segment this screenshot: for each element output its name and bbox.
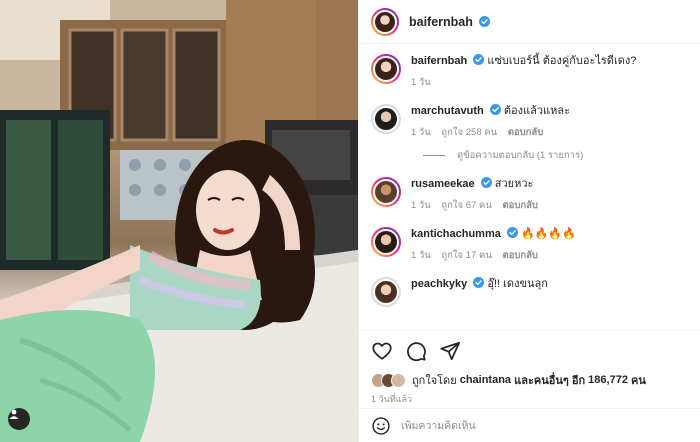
verified-badge-icon xyxy=(506,227,518,238)
add-comment-bar xyxy=(359,408,700,442)
comment-text-line: peachkyky อุ๊!! เดงขนลุก xyxy=(411,277,688,292)
comment-text: สวยหวะ xyxy=(494,178,534,190)
comment-row: kantichachumma 🔥🔥🔥🔥 1 วัน ถูกใจ 17 คน ตอ… xyxy=(371,227,688,263)
caption-username[interactable]: baifernbah xyxy=(411,55,467,67)
comment-text: อุ๊!! เดงขนลุก xyxy=(487,278,548,290)
likes-prefix: ถูกใจโดย xyxy=(412,375,457,387)
post-timestamp: 1 วันที่แล้ว xyxy=(371,394,413,404)
author-username[interactable]: baifernbah xyxy=(409,15,473,29)
smiley-icon[interactable] xyxy=(371,416,391,436)
caption-body: baifernbah แซ่บเบอร์นี้ ต้องคู่กับอะไรดี… xyxy=(411,54,688,90)
comment-body: peachkyky อุ๊!! เดงขนลุก xyxy=(411,277,688,307)
author-avatar[interactable] xyxy=(371,7,399,36)
view-replies-button[interactable]: ดูข้อความตอบกลับ (1 รายการ) xyxy=(423,148,688,163)
verified-badge-icon xyxy=(489,104,501,115)
verified-badge-icon xyxy=(473,277,485,288)
post-photo[interactable] xyxy=(0,0,358,442)
likes-count[interactable]: 186,772 xyxy=(588,374,628,386)
caption-time: 1 วัน xyxy=(411,77,431,88)
liker-avatar xyxy=(391,372,406,388)
likes-middle[interactable]: และคนอื่นๆ อีก xyxy=(514,371,585,389)
comment-likes[interactable]: ถูกใจ 258 คน xyxy=(441,127,497,138)
comment-text-line: kantichachumma 🔥🔥🔥🔥 xyxy=(411,227,688,242)
likes-first-user[interactable]: chaintana xyxy=(460,374,511,386)
caption-text-line: baifernbah แซ่บเบอร์นี้ ต้องคู่กับอะไรดี… xyxy=(411,54,688,69)
comment-likes[interactable]: ถูกใจ 17 คน xyxy=(441,250,491,261)
comment-avatar[interactable] xyxy=(371,177,401,207)
caption-row: baifernbah แซ่บเบอร์นี้ ต้องคู่กับอะไรดี… xyxy=(371,54,688,90)
comment-avatar[interactable] xyxy=(371,227,401,257)
comment-time: 1 วัน xyxy=(411,250,431,261)
action-bar xyxy=(359,330,700,370)
caption-avatar[interactable] xyxy=(371,54,401,84)
comment-likes[interactable]: ถูกใจ 67 คน xyxy=(441,200,491,211)
likes-suffix: คน xyxy=(631,375,646,387)
comment-input[interactable] xyxy=(401,419,688,432)
comment-username[interactable]: kantichachumma xyxy=(411,228,501,240)
likes-summary[interactable]: ถูกใจโดย chaintana และคนอื่นๆ อีก 186,77… xyxy=(359,370,700,390)
comment-body: rusameekae สวยหวะ 1 วัน ถูกใจ 67 คน ตอบก… xyxy=(411,177,688,213)
comment-text: 🔥🔥🔥🔥 xyxy=(521,228,576,240)
comment-row: marchutavuth ต้องแล้วแหละ 1 วัน ถูกใจ 25… xyxy=(371,104,688,140)
instagram-post-modal: baifernbah baifernbah แซ่บเบอร์นี้ ต้องค… xyxy=(0,0,700,442)
author-name-block: baifernbah xyxy=(409,15,490,29)
comment-text: ต้องแล้วแหละ xyxy=(503,105,570,117)
reply-button[interactable]: ตอบกลับ xyxy=(502,250,538,261)
caption-text: แซ่บเบอร์นี้ ต้องคู่กับอะไรดีเดง? xyxy=(487,55,637,67)
speech-bubble-icon[interactable] xyxy=(405,340,427,362)
caption-meta: 1 วัน xyxy=(411,75,688,90)
comment-time: 1 วัน xyxy=(411,200,431,211)
comment-meta: 1 วัน ถูกใจ 67 คน ตอบกลับ xyxy=(411,198,688,213)
comment-meta: 1 วัน ถูกใจ 258 คน ตอบกลับ xyxy=(411,125,688,140)
comment-time: 1 วัน xyxy=(411,127,431,138)
comment-text-line: marchutavuth ต้องแล้วแหละ xyxy=(411,104,688,119)
comment-meta: 1 วัน ถูกใจ 17 คน ตอบกลับ xyxy=(411,248,688,263)
user-tag-icon[interactable] xyxy=(8,408,30,430)
comment-avatar[interactable] xyxy=(371,104,401,134)
verified-badge-icon xyxy=(480,177,492,188)
comment-username[interactable]: peachkyky xyxy=(411,278,467,290)
paper-plane-icon[interactable] xyxy=(439,340,461,362)
comment-username[interactable]: rusameekae xyxy=(411,178,475,190)
heart-icon[interactable] xyxy=(371,340,393,362)
comment-body: marchutavuth ต้องแล้วแหละ 1 วัน ถูกใจ 25… xyxy=(411,104,688,140)
liker-avatars xyxy=(371,372,406,388)
comment-body: kantichachumma 🔥🔥🔥🔥 1 วัน ถูกใจ 17 คน ตอ… xyxy=(411,227,688,263)
view-replies-label: ดูข้อความตอบกลับ (1 รายการ) xyxy=(457,150,584,161)
post-header: baifernbah xyxy=(359,0,700,44)
verified-badge-icon xyxy=(478,15,490,27)
comment-row: peachkyky อุ๊!! เดงขนลุก xyxy=(371,277,688,307)
post-side-panel: baifernbah baifernbah แซ่บเบอร์นี้ ต้องค… xyxy=(358,0,700,442)
reply-button[interactable]: ตอบกลับ xyxy=(508,127,544,138)
reply-button[interactable]: ตอบกลับ xyxy=(502,200,538,211)
view-replies-line xyxy=(423,155,445,156)
comment-text-line: rusameekae สวยหวะ xyxy=(411,177,688,192)
comment-row: rusameekae สวยหวะ 1 วัน ถูกใจ 67 คน ตอบก… xyxy=(371,177,688,213)
comments-list: baifernbah แซ่บเบอร์นี้ ต้องคู่กับอะไรดี… xyxy=(359,44,700,330)
photo-illustration xyxy=(0,0,358,442)
comment-avatar[interactable] xyxy=(371,277,401,307)
verified-badge-icon xyxy=(473,54,485,65)
comment-username[interactable]: marchutavuth xyxy=(411,105,484,117)
user-tag-glyph xyxy=(9,409,19,419)
